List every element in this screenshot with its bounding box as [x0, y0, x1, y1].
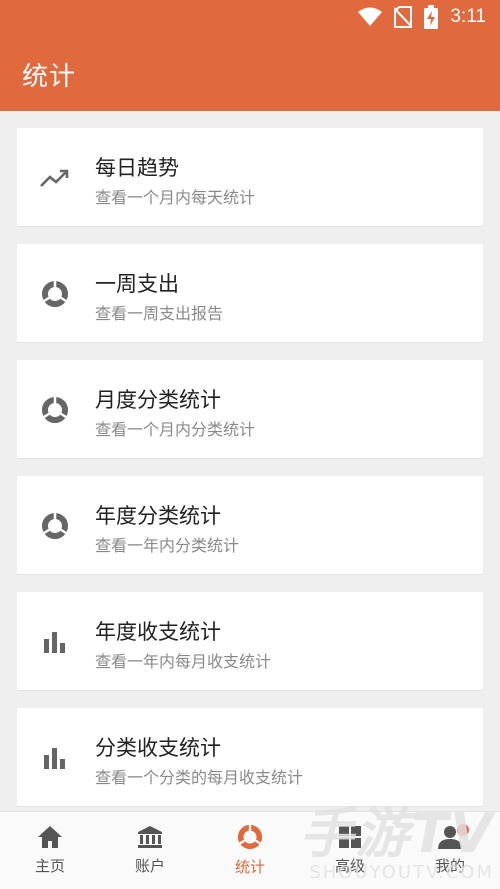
nav-stats[interactable]: 统计	[200, 812, 300, 889]
nav-account[interactable]: 账户	[100, 812, 200, 889]
wifi-icon	[358, 7, 383, 27]
app-bar: 3:11 统计	[0, 0, 500, 111]
list-item-yearly-income-expense[interactable]: 年度收支统计 查看一年内每月收支统计	[17, 592, 483, 690]
pie-chart-icon	[39, 510, 71, 542]
item-title: 一周支出	[95, 272, 179, 296]
page-title: 统计	[22, 62, 77, 92]
item-subtitle: 查看一年内每月收支统计	[95, 652, 272, 671]
pie-chart-icon	[39, 278, 71, 310]
no-sim-icon	[394, 6, 413, 28]
nav-advanced[interactable]: 高级	[300, 812, 400, 889]
list-item-weekly-expense[interactable]: 一周支出 查看一周支出报告	[17, 244, 483, 342]
item-title: 每日趋势	[95, 156, 179, 180]
nav-label: 主页	[34, 857, 65, 875]
bottom-nav: 主页 账户 统计 高级 我的	[0, 811, 500, 889]
stats-list: 每日趋势 查看一个月内每天统计 一周支出 查看一周支出报告 月度分类统计 查看一…	[17, 128, 483, 824]
notification-badge	[457, 824, 469, 836]
item-title: 分类收支统计	[95, 736, 221, 760]
list-item-daily-trend[interactable]: 每日趋势 查看一个月内每天统计	[17, 128, 483, 226]
nav-home[interactable]: 主页	[0, 812, 100, 889]
list-item-category-income-expense[interactable]: 分类收支统计 查看一个分类的每月收支统计	[17, 708, 483, 806]
item-subtitle: 查看一个月内每天统计	[95, 188, 256, 207]
home-icon	[37, 825, 63, 849]
pie-chart-icon	[237, 824, 263, 850]
nav-label: 我的	[434, 857, 465, 875]
list-item-yearly-category[interactable]: 年度分类统计 查看一年内分类统计	[17, 476, 483, 574]
bank-icon	[137, 825, 163, 849]
nav-label: 账户	[134, 857, 165, 875]
item-title: 年度收支统计	[95, 620, 221, 644]
bar-chart-icon	[39, 626, 71, 658]
battery-charging-icon	[424, 5, 439, 29]
status-time: 3:11	[450, 6, 486, 27]
item-subtitle: 查看一个月内分类统计	[95, 420, 256, 439]
item-title: 月度分类统计	[95, 388, 221, 412]
pie-chart-icon	[39, 394, 71, 426]
status-bar: 3:11	[0, 0, 500, 34]
item-subtitle: 查看一年内分类统计	[95, 536, 240, 555]
nav-label: 统计	[234, 858, 265, 876]
nav-mine[interactable]: 我的	[400, 812, 500, 889]
nav-label: 高级	[334, 857, 365, 875]
bar-chart-icon	[39, 742, 71, 774]
list-item-monthly-category[interactable]: 月度分类统计 查看一个月内分类统计	[17, 360, 483, 458]
item-subtitle: 查看一个分类的每月收支统计	[95, 768, 304, 787]
trending-up-icon	[39, 162, 71, 194]
item-title: 年度分类统计	[95, 504, 221, 528]
item-subtitle: 查看一周支出报告	[95, 304, 224, 323]
grid-icon	[338, 825, 362, 849]
